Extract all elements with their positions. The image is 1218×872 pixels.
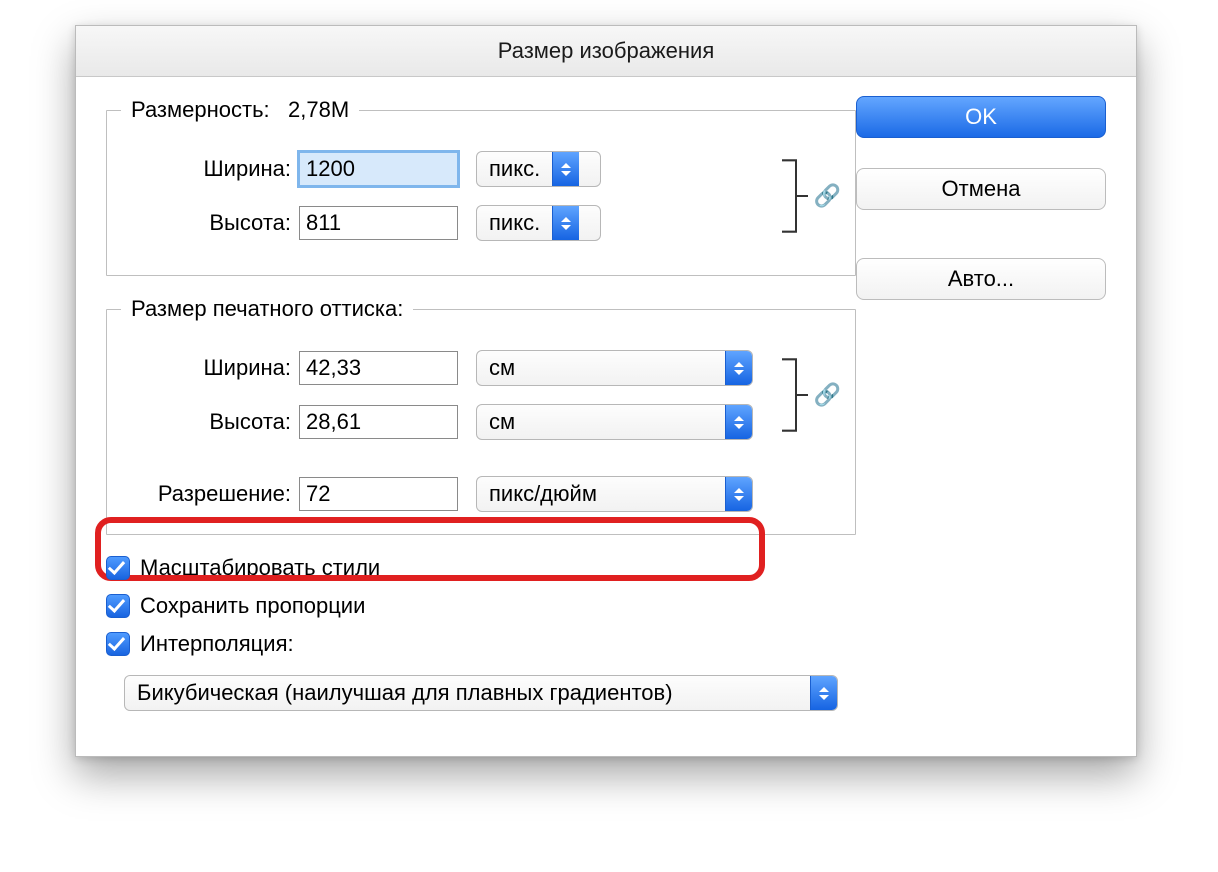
pixel-height-unit: пикс. [477, 206, 552, 240]
keep-proportions-label: Сохранить пропорции [140, 593, 365, 619]
chevron-updown-icon [725, 405, 752, 439]
print-height-input[interactable] [299, 405, 458, 439]
ok-button[interactable]: OK [856, 96, 1106, 138]
pixel-dimensions-size-value: 2,78M [288, 97, 349, 122]
resolution-unit: пикс/дюйм [477, 477, 725, 511]
bracket-icon [778, 332, 814, 458]
chevron-updown-icon [725, 477, 752, 511]
bracket-icon [778, 133, 814, 259]
pixel-dimensions-group: Размерность: 2,78M Ширина: пикс. Высота: [106, 97, 856, 276]
interpolation-method-select[interactable]: Бикубическая (наилучшая для плавных град… [124, 675, 838, 711]
dialog-title: Размер изображения [76, 26, 1136, 77]
pixel-width-label: Ширина: [121, 156, 299, 182]
pixel-width-unit-select[interactable]: пикс. [476, 151, 601, 187]
resolution-label: Разрешение: [121, 481, 299, 507]
pixel-height-label: Высота: [121, 210, 299, 236]
interpolation-checkbox[interactable] [106, 632, 130, 656]
interpolation-label: Интерполяция: [140, 631, 294, 657]
cancel-button[interactable]: Отмена [856, 168, 1106, 210]
chevron-updown-icon [810, 676, 837, 710]
pixel-dimensions-legend-label: Размерность: [131, 97, 270, 122]
scale-styles-label: Масштабировать стили [140, 555, 380, 581]
chevron-updown-icon [725, 351, 752, 385]
pixel-dimensions-legend: Размерность: 2,78M [121, 97, 359, 123]
print-height-label: Высота: [121, 409, 299, 435]
print-width-input[interactable] [299, 351, 458, 385]
link-icon: 🔗 [814, 332, 841, 458]
auto-button[interactable]: Авто... [856, 258, 1106, 300]
resolution-unit-select[interactable]: пикс/дюйм [476, 476, 753, 512]
scale-styles-checkbox[interactable] [106, 556, 130, 580]
chevron-updown-icon [552, 152, 579, 186]
resolution-input[interactable] [299, 477, 458, 511]
print-size-legend: Размер печатного оттиска: [121, 296, 413, 322]
pixel-width-input[interactable] [299, 152, 458, 186]
print-width-unit: см [477, 351, 725, 385]
link-icon: 🔗 [814, 133, 841, 259]
print-width-label: Ширина: [121, 355, 299, 381]
print-height-unit: см [477, 405, 725, 439]
keep-proportions-checkbox[interactable] [106, 594, 130, 618]
print-size-group: Размер печатного оттиска: Ширина: см Выс… [106, 296, 856, 535]
chevron-updown-icon [552, 206, 579, 240]
pixel-height-unit-select[interactable]: пикс. [476, 205, 601, 241]
pixel-width-unit: пикс. [477, 152, 552, 186]
pixel-height-input[interactable] [299, 206, 458, 240]
interpolation-method-value: Бикубическая (наилучшая для плавных град… [125, 676, 810, 710]
print-height-unit-select[interactable]: см [476, 404, 753, 440]
print-width-unit-select[interactable]: см [476, 350, 753, 386]
dialog-window: Размер изображения Размерность: 2,78M Ши… [75, 25, 1137, 757]
